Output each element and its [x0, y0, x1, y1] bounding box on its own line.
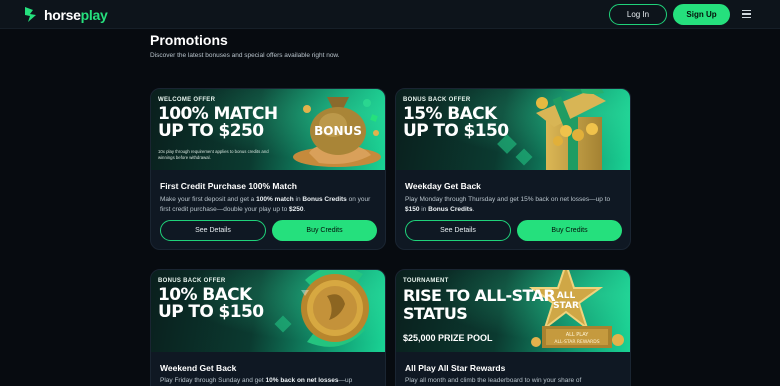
promo-title: All Play All Star Rewards [405, 363, 506, 373]
prize-pool: $25,000 PRIZE POOL [403, 333, 493, 343]
horseplay-logo-icon [25, 7, 36, 22]
see-details-button[interactable]: See Details [160, 220, 266, 241]
menu-icon[interactable] [742, 10, 751, 19]
money-bag-icon: BONUS [293, 97, 381, 167]
svg-text:ALL PLAY: ALL PLAY [566, 332, 590, 338]
coin-icon [274, 270, 369, 347]
promo-description: Play Friday through Sunday and get 10% b… [160, 377, 353, 384]
promo-description: Play Monday through Thursday and get 15%… [405, 196, 611, 213]
buy-credits-button[interactable]: Buy Credits [517, 220, 622, 241]
promo-headline: 10% BACK UP TO $150 [158, 285, 264, 322]
promo-card-welcome: WELCOME OFFER 100% MATCH UP TO $250 10x … [150, 88, 386, 250]
promo-tag: WELCOME OFFER [158, 97, 216, 103]
promo-description: Make your first deposit and get a 100% m… [160, 196, 371, 213]
promo-title: Weekday Get Back [405, 181, 481, 191]
promo-headline: RISE TO ALL-STAR STATUS [403, 286, 556, 323]
promo-tag: BONUS BACK OFFER [158, 278, 226, 284]
svg-text:BONUS: BONUS [314, 124, 362, 138]
page-title: Promotions [150, 32, 228, 48]
buy-credits-button[interactable]: Buy Credits [272, 220, 377, 241]
brand-name: horseplay [44, 6, 108, 23]
promo-banner: TOURNAMENT RISE TO ALL-STAR STATUS $25,0… [396, 270, 630, 352]
brand-logo[interactable]: horseplay [24, 6, 108, 23]
promo-fine-print: 10x play through requirement applies to … [158, 149, 269, 160]
login-button[interactable]: Log In [609, 4, 667, 25]
promo-headline: 15% BACK UP TO $150 [403, 104, 509, 141]
promo-description: Play all month and climb the leaderboard… [405, 377, 582, 384]
promo-title: Weekend Get Back [160, 363, 237, 373]
page-subtitle: Discover the latest bonuses and special … [150, 52, 340, 59]
svg-text:STAR: STAR [553, 301, 579, 311]
promo-card-weekday: BONUS BACK OFFER 15% BACK UP TO $150 Wee… [395, 88, 631, 250]
gift-box-icon [497, 89, 606, 170]
promo-banner: BONUS BACK OFFER 10% BACK UP TO $150 [151, 270, 385, 352]
promo-card-weekend: BONUS BACK OFFER 10% BACK UP TO $150 Wee… [150, 269, 386, 386]
promo-tag: TOURNAMENT [403, 278, 449, 284]
promo-card-tournament: TOURNAMENT RISE TO ALL-STAR STATUS $25,0… [395, 269, 631, 386]
promo-tag: BONUS BACK OFFER [403, 97, 471, 103]
signup-button[interactable]: Sign Up [673, 4, 730, 25]
svg-text:ALL: ALL [557, 291, 576, 301]
promo-headline: 100% MATCH UP TO $250 [158, 104, 278, 141]
svg-text:ALL-STAR REWARDS: ALL-STAR REWARDS [554, 339, 599, 345]
promo-banner: WELCOME OFFER 100% MATCH UP TO $250 10x … [151, 89, 385, 170]
see-details-button[interactable]: See Details [405, 220, 511, 241]
promo-title: First Credit Purchase 100% Match [160, 181, 297, 191]
promo-banner: BONUS BACK OFFER 15% BACK UP TO $150 [396, 89, 630, 170]
top-navbar: horseplay Log In Sign Up [0, 0, 780, 29]
